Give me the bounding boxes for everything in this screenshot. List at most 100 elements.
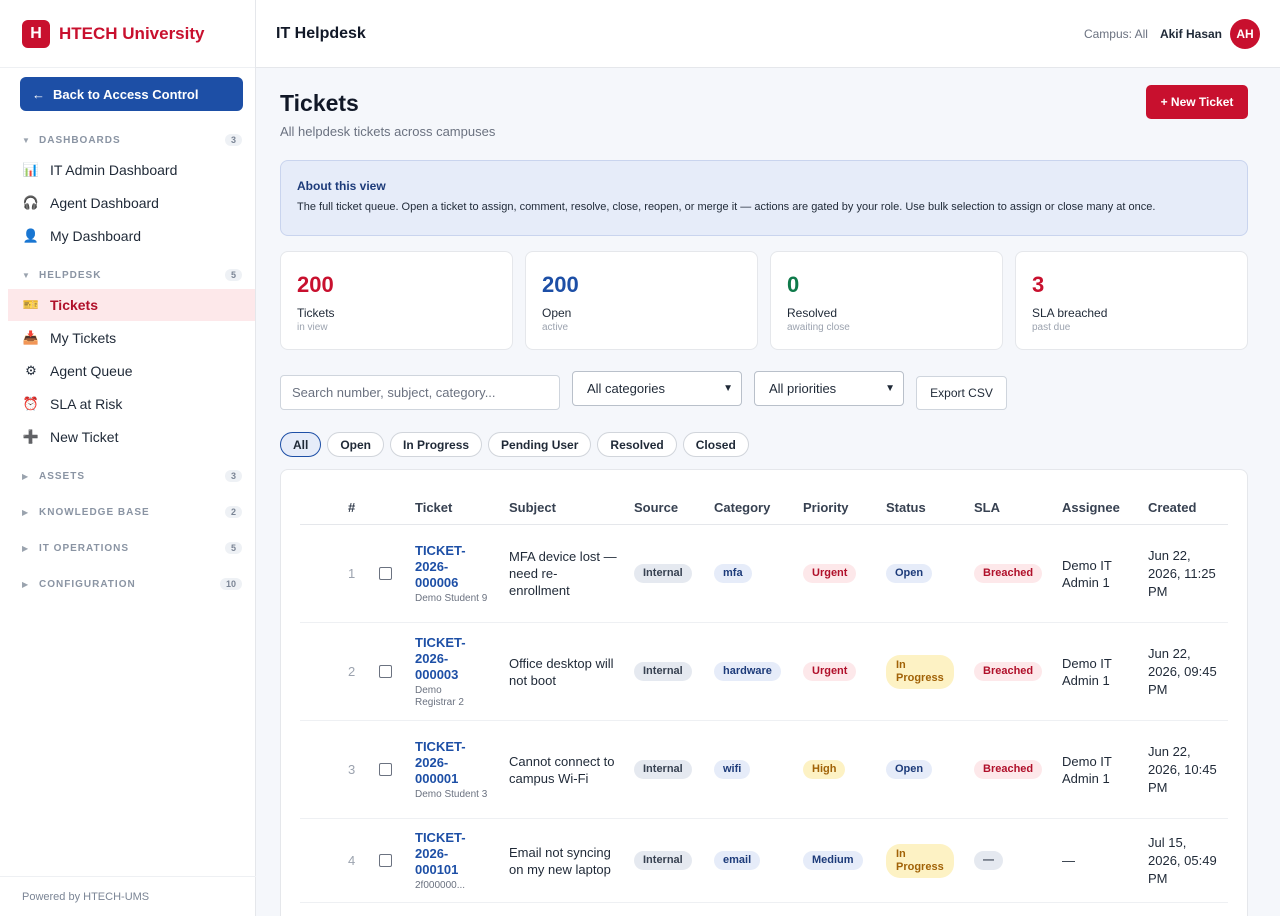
stat-sub: past due — [1032, 322, 1071, 333]
category-select[interactable]: All categories ▼ — [572, 371, 742, 406]
priority-select[interactable]: All priorities ▼ — [754, 371, 904, 406]
sidebar-footer: Powered by HTECH-UMS — [0, 876, 256, 916]
section-configuration[interactable]: ▶ CONFIGURATION 10 — [22, 577, 242, 591]
status-badge: In Progress — [886, 654, 954, 689]
caret-right-icon: ▶ — [22, 543, 30, 553]
table-row[interactable]: 1 TICKET-2026-000006 Demo Student 9 MFA … — [300, 525, 1228, 623]
stat-label: Open — [542, 306, 572, 320]
ticket-number-link[interactable]: TICKET-2026-000101 — [415, 830, 470, 878]
sla-badge: Breached — [974, 662, 1043, 681]
sidebar-item-label: New Ticket — [50, 429, 119, 445]
priority-badge: Medium — [803, 851, 863, 870]
column-header[interactable]: Assignee — [1062, 500, 1120, 515]
section-dashboards[interactable]: ▼ DASHBOARDS 3 — [22, 133, 242, 147]
column-header[interactable]: # — [348, 500, 355, 515]
section-knowledge-base[interactable]: ▶ KNOWLEDGE BASE 2 — [22, 505, 242, 519]
main-content: Tickets All helpdesk tickets across camp… — [256, 68, 1280, 916]
requester-name: 2f000000... — [415, 879, 466, 891]
caret-right-icon: ▶ — [22, 471, 30, 481]
priority-select-value: All priorities — [769, 381, 837, 396]
sidebar-item-agent-queue[interactable]: ⚙ Agent Queue — [8, 355, 255, 387]
sidebar-item-my-dashboard[interactable]: 👤 My Dashboard — [8, 220, 255, 252]
status-badge: In Progress — [886, 843, 954, 878]
table-row[interactable]: 4 TICKET-2026-000101 2f000000... Email n… — [300, 819, 1228, 903]
ticket-number-link[interactable]: TICKET-2026-000001 — [415, 739, 470, 787]
alarm-clock-icon: ⏰ — [22, 396, 40, 411]
sidebar-item-new-ticket[interactable]: ➕ New Ticket — [8, 421, 255, 453]
section-label: KNOWLEDGE BASE — [39, 506, 150, 518]
table-row[interactable]: 2 TICKET-2026-000003 Demo Registrar 2 Of… — [300, 623, 1228, 721]
status-chip-in-progress[interactable]: In Progress — [390, 432, 483, 457]
requester-name: Demo Student 9 — [415, 592, 488, 604]
column-header[interactable]: SLA — [974, 500, 1000, 515]
section-count: 10 — [219, 578, 242, 590]
section-assets[interactable]: ▶ ASSETS 3 — [22, 469, 242, 483]
sidebar-item-my-tickets[interactable]: 📥 My Tickets — [8, 322, 255, 354]
status-chip-resolved[interactable]: Resolved — [597, 432, 677, 457]
export-csv-button[interactable]: Export CSV — [916, 376, 1007, 410]
ticket-subject: Email not syncing on my new laptop — [509, 844, 611, 877]
stat-label: SLA breached — [1032, 306, 1108, 320]
arrow-left-icon: ← — [32, 86, 45, 102]
section-label: ASSETS — [39, 470, 86, 482]
row-checkbox[interactable] — [379, 763, 392, 776]
app-title: IT Helpdesk — [276, 24, 366, 42]
search-input[interactable] — [280, 375, 560, 410]
assignee-name: Demo IT Admin 1 — [1062, 655, 1112, 688]
tickets-table: # Ticket Subject Source Category Priorit… — [280, 469, 1248, 916]
column-header[interactable]: Category — [714, 500, 770, 515]
about-text: The full ticket queue. Open a ticket to … — [297, 201, 1156, 213]
back-to-access-control-button[interactable]: ← Back to Access Control — [20, 77, 243, 111]
sidebar-item-label: Tickets — [50, 297, 98, 313]
column-header[interactable]: Priority — [803, 500, 849, 515]
caret-down-icon: ▼ — [22, 135, 31, 145]
created-date: Jun 22, 2026, 09:45 PM — [1148, 645, 1217, 697]
row-checkbox[interactable] — [379, 665, 392, 678]
status-chip-pending-user[interactable]: Pending User — [488, 432, 592, 457]
column-header[interactable]: Subject — [509, 500, 556, 515]
column-header[interactable]: Created — [1148, 500, 1196, 515]
assignee-name: Demo IT Admin 1 — [1062, 753, 1112, 786]
column-header[interactable]: Source — [634, 500, 678, 515]
stat-value: 0 — [787, 272, 800, 297]
stat-value: 3 — [1032, 272, 1045, 297]
sidebar-item-label: IT Admin Dashboard — [50, 162, 178, 178]
sidebar-item-it-admin-dashboard[interactable]: 📊 IT Admin Dashboard — [8, 154, 255, 186]
new-ticket-button[interactable]: + New Ticket — [1146, 85, 1248, 119]
ticket-number-link[interactable]: TICKET-2026-000003 — [415, 635, 470, 683]
about-panel: About this view The full ticket queue. O… — [280, 160, 1248, 236]
column-header[interactable]: Ticket — [415, 500, 452, 515]
row-number: 3 — [348, 762, 356, 777]
status-chip-open[interactable]: Open — [327, 432, 385, 457]
stat-card-open: 200 Open active — [525, 251, 758, 350]
row-checkbox[interactable] — [379, 567, 392, 580]
about-title: About this view — [297, 179, 386, 193]
column-header[interactable]: Status — [886, 500, 926, 515]
brand-name: HTECH University — [59, 23, 205, 43]
section-count: 3 — [224, 470, 242, 482]
ticket-number-link[interactable]: TICKET-2026-000006 — [415, 543, 470, 591]
priority-badge: High — [803, 760, 846, 779]
table-row[interactable]: 3 TICKET-2026-000001 Demo Student 3 Cann… — [300, 721, 1228, 819]
brand[interactable]: H HTECH University — [0, 0, 255, 68]
sidebar-item-label: My Tickets — [50, 330, 117, 346]
user-name[interactable]: Akif Hasan — [1160, 27, 1222, 41]
status-chip-closed[interactable]: Closed — [682, 432, 749, 457]
stat-card-sla-breached: 3 SLA breached past due — [1015, 251, 1248, 350]
category-select-value: All categories — [587, 381, 666, 396]
section-count: 5 — [224, 269, 242, 281]
sidebar-item-tickets[interactable]: 🎫 Tickets — [8, 289, 255, 321]
stat-value: 200 — [542, 272, 579, 297]
sidebar-item-agent-dashboard[interactable]: 🎧 Agent Dashboard — [8, 187, 255, 219]
ticket-subject: Cannot connect to campus Wi-Fi — [509, 753, 615, 786]
sidebar-item-sla-at-risk[interactable]: ⏰ SLA at Risk — [8, 388, 255, 420]
avatar[interactable]: AH — [1230, 18, 1260, 49]
section-it-operations[interactable]: ▶ IT OPERATIONS 5 — [22, 541, 242, 555]
section-helpdesk[interactable]: ▼ HELPDESK 5 — [22, 268, 242, 282]
requester-name: Demo Student 3 — [415, 788, 488, 800]
campus-selector[interactable]: Campus: All — [1084, 27, 1148, 41]
status-chip-all[interactable]: All — [280, 432, 322, 457]
topbar: IT Helpdesk Campus: All Akif Hasan AH — [256, 0, 1280, 68]
caret-right-icon: ▶ — [22, 507, 30, 517]
row-checkbox[interactable] — [379, 854, 392, 867]
